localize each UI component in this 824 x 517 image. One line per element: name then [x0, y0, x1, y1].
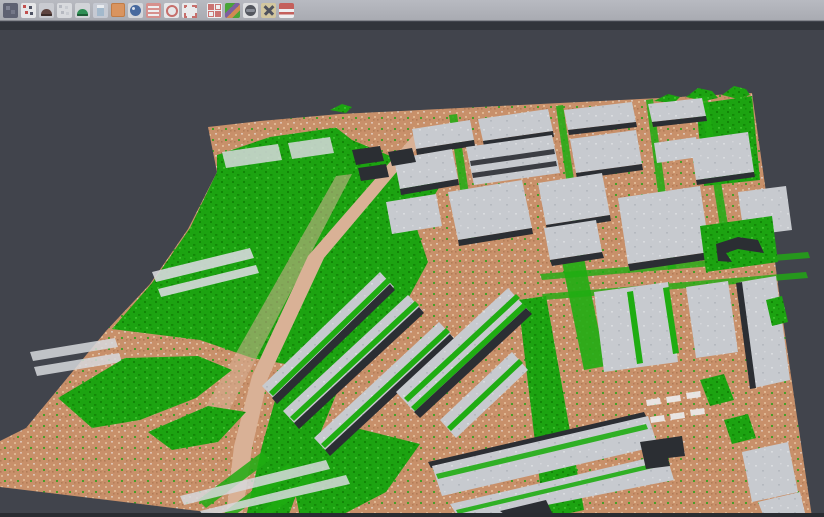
building — [742, 442, 798, 502]
3d-viewport[interactable] — [0, 0, 824, 517]
orange-square-icon[interactable] — [111, 3, 125, 17]
tan-cross-icon[interactable] — [261, 3, 276, 18]
classification-map-icon[interactable] — [225, 3, 240, 18]
application-window — [0, 0, 824, 517]
toolbar-lower-strip — [0, 22, 824, 30]
red-bounds-icon[interactable] — [182, 3, 197, 18]
light-points-icon[interactable] — [57, 3, 72, 18]
red-ring-icon[interactable] — [164, 3, 179, 18]
dark-tile-icon[interactable] — [3, 3, 18, 18]
mountain-icon[interactable] — [39, 3, 54, 18]
red-rows-icon[interactable] — [146, 3, 161, 18]
window-bottom-edge — [0, 513, 824, 517]
building — [690, 132, 754, 180]
red-stripe-flag-icon[interactable] — [279, 3, 294, 18]
globe-icon[interactable] — [128, 3, 143, 18]
colored-points-icon[interactable] — [21, 3, 36, 18]
toolbar — [0, 0, 824, 21]
building-large — [618, 186, 710, 264]
point-cloud-scene — [0, 0, 824, 517]
red-checker-icon[interactable] — [207, 3, 222, 18]
green-hill-icon[interactable] — [75, 3, 90, 18]
dark-sphere-icon[interactable] — [243, 3, 258, 18]
blue-column-icon[interactable] — [93, 3, 108, 18]
